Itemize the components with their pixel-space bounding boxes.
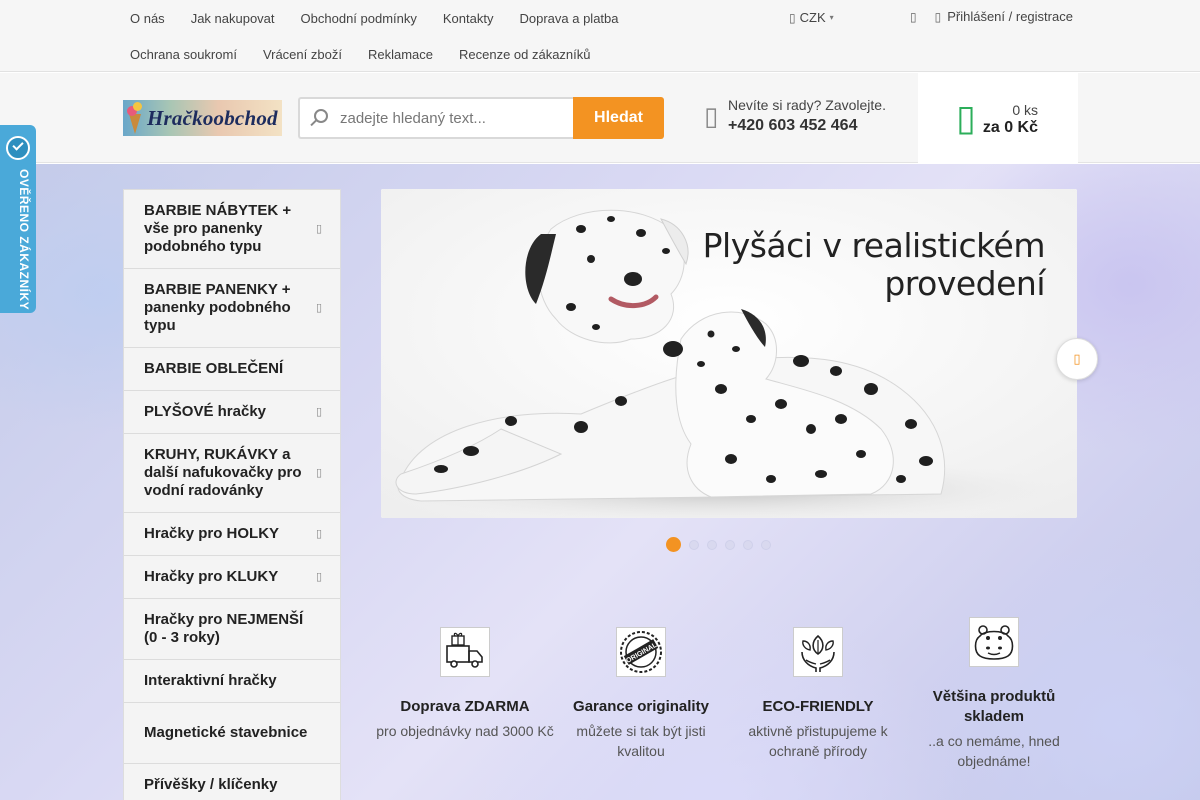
slide-caption: Plyšáci v realistickém provedení	[702, 226, 1046, 303]
chevron-down-icon: ▾	[829, 13, 834, 22]
phone-number[interactable]: +420 603 452 464	[728, 117, 886, 135]
benefit-free-shipping: Doprava ZDARMA pro objednávky nad 3000 K…	[375, 627, 555, 741]
chevron-right-icon: ▯	[315, 528, 322, 540]
benefit-originality: ORIGINAL Garance originality můžete si t…	[551, 627, 731, 761]
link-jak-nakupovat[interactable]: Jak nakupovat	[191, 11, 275, 26]
header: Hračkoobchod Hledat ▯ Nevíte si rady? Za…	[0, 73, 1200, 163]
link-vraceni-zbozi[interactable]: Vrácení zboží	[263, 47, 342, 62]
link-doprava-a-platba[interactable]: Doprava a platba	[519, 11, 618, 26]
category-item[interactable]: Interaktivní hračky	[124, 660, 340, 703]
info-links-row-1: O nás Jak nakupovat Obchodní podmínky Ko…	[130, 0, 770, 36]
category-label: BARBIE OBLEČENÍ	[144, 360, 284, 377]
category-item[interactable]: Hračky pro HOLKY ▯	[124, 513, 340, 556]
eco-hands-icon	[793, 627, 843, 677]
category-item[interactable]: PLYŠOVÉ hračky ▯	[124, 391, 340, 434]
benefit-subtitle: ..a co nemáme, hned objednáme!	[928, 733, 1060, 769]
phone-contact: ▯ Nevíte si rady? Zavolejte. +420 603 45…	[704, 97, 886, 135]
currency-icon: ▯	[789, 10, 796, 25]
slide-caption-line-1: Plyšáci v realistickém	[702, 226, 1046, 265]
verified-badge[interactable]: OVĚŘENO ZÁKAZNÍKY	[0, 125, 36, 313]
link-reklamace[interactable]: Reklamace	[368, 47, 433, 62]
category-label: BARBIE PANENKY + panenky podobného typu	[144, 281, 291, 334]
link-kontakty[interactable]: Kontakty	[443, 11, 494, 26]
benefit-subtitle: pro objednávky nad 3000 Kč	[376, 723, 554, 739]
category-item[interactable]: Hračky pro KLUKY ▯	[124, 556, 340, 599]
hero-slider[interactable]: Plyšáci v realistickém provedení	[381, 189, 1077, 518]
currency-selector[interactable]: ▯ CZK ▾	[789, 10, 834, 25]
category-item[interactable]: KRUHY, RUKÁVKY a další nafukovačky pro v…	[124, 434, 340, 513]
category-label: KRUHY, RUKÁVKY a další nafukovačky pro v…	[144, 446, 302, 499]
slider-dot[interactable]	[725, 539, 735, 550]
link-ochrana-soukromi[interactable]: Ochrana soukromí	[130, 47, 237, 62]
search-box	[298, 97, 573, 139]
category-item[interactable]: Hračky pro NEJMENŠÍ (0 - 3 roky)	[124, 599, 340, 660]
category-item[interactable]: Přívěšky / klíčenky	[124, 764, 340, 800]
category-label: Interaktivní hračky	[144, 672, 277, 689]
search-input[interactable]	[340, 109, 570, 127]
search-icon	[300, 99, 340, 137]
info-links: O nás Jak nakupovat Obchodní podmínky Ko…	[130, 0, 770, 72]
category-item[interactable]: Magnetické stavebnice	[124, 703, 340, 764]
logo-text: Hračkoobchod	[147, 105, 278, 130]
user-area: ▯ ▯ Přihlášení / registrace	[910, 9, 1073, 24]
cart-total: za 0 Kč	[982, 119, 1038, 136]
category-sidebar: BARBIE NÁBYTEK + vše pro panenky podobné…	[123, 189, 341, 800]
category-item[interactable]: BARBIE OBLEČENÍ	[124, 348, 340, 391]
ice-cream-icon	[123, 100, 147, 136]
benefit-subtitle: můžete si tak být jisti kvalitou	[576, 723, 706, 759]
benefit-subtitle: aktivně přistupujeme k ochraně přírody	[748, 723, 888, 759]
hippo-icon	[969, 617, 1019, 667]
category-label: Hračky pro NEJMENŠÍ (0 - 3 roky)	[144, 611, 304, 646]
category-item[interactable]: BARBIE PANENKY + panenky podobného typu …	[124, 269, 340, 348]
benefit-in-stock: Většina produktů skladem ..a co nemáme, …	[904, 617, 1084, 771]
benefit-title: Doprava ZDARMA	[400, 698, 530, 715]
benefit-title: Většina produktů skladem	[932, 688, 1056, 725]
benefit-title: Garance originality	[573, 698, 709, 715]
phone-icon: ▯	[704, 100, 719, 131]
slider-next-button[interactable]: ▯	[1056, 338, 1098, 380]
search-button[interactable]: Hledat	[573, 97, 664, 139]
search-bar: Hledat	[298, 97, 664, 139]
original-stamp-icon: ORIGINAL	[616, 627, 666, 677]
chevron-right-icon: ▯	[1073, 351, 1081, 366]
slider-dot[interactable]	[761, 539, 771, 550]
login-link[interactable]: Přihlášení / registrace	[947, 9, 1073, 24]
category-label: Hračky pro HOLKY	[144, 525, 280, 542]
link-o-nas[interactable]: O nás	[130, 11, 165, 26]
currency-label: CZK	[799, 10, 826, 25]
cart-icon: ▯	[956, 97, 976, 138]
user-icon: ▯	[934, 9, 942, 24]
link-recenze[interactable]: Recenze od zákazníků	[459, 47, 591, 62]
link-obchodni-podminky[interactable]: Obchodní podmínky	[301, 11, 417, 26]
category-label: PLYŠOVÉ hračky	[144, 403, 267, 420]
benefit-title: ECO-FRIENDLY	[762, 698, 874, 715]
category-item[interactable]: BARBIE NÁBYTEK + vše pro panenky podobné…	[124, 190, 340, 269]
top-bar: O nás Jak nakupovat Obchodní podmínky Ko…	[0, 0, 1200, 72]
category-label: BARBIE NÁBYTEK + vše pro panenky podobné…	[144, 202, 292, 255]
category-label: Hračky pro KLUKY	[144, 568, 279, 585]
info-links-row-2: Ochrana soukromí Vrácení zboží Reklamace…	[130, 36, 770, 72]
category-label: Magnetické stavebnice	[144, 724, 308, 741]
chevron-right-icon: ▯	[315, 223, 322, 235]
slider-dot[interactable]	[707, 539, 717, 550]
slider-dots	[666, 537, 771, 552]
logo[interactable]: Hračkoobchod	[123, 100, 282, 136]
benefit-eco: ECO-FRIENDLY aktivně přistupujeme k ochr…	[728, 627, 908, 761]
cart-quantity: 0 ks	[1012, 102, 1038, 118]
heart-icon[interactable]: ▯	[910, 10, 917, 24]
chevron-right-icon: ▯	[315, 571, 322, 583]
chevron-right-icon: ▯	[315, 406, 322, 418]
verified-check-icon	[6, 136, 30, 160]
cart[interactable]: ▯ 0 ks za 0 Kč	[918, 73, 1078, 163]
category-label: Přívěšky / klíčenky	[144, 776, 278, 793]
slider-dot[interactable]	[666, 537, 681, 552]
slide-caption-line-2: provedení	[884, 264, 1045, 303]
phone-question: Nevíte si rady? Zavolejte.	[728, 97, 886, 113]
chevron-right-icon: ▯	[315, 467, 322, 479]
slider-dot[interactable]	[689, 539, 699, 550]
slider-dot[interactable]	[743, 539, 753, 550]
chevron-right-icon: ▯	[315, 302, 322, 314]
delivery-truck-icon	[440, 627, 490, 677]
verified-badge-text: OVĚŘENO ZÁKAZNÍKY	[17, 169, 31, 311]
